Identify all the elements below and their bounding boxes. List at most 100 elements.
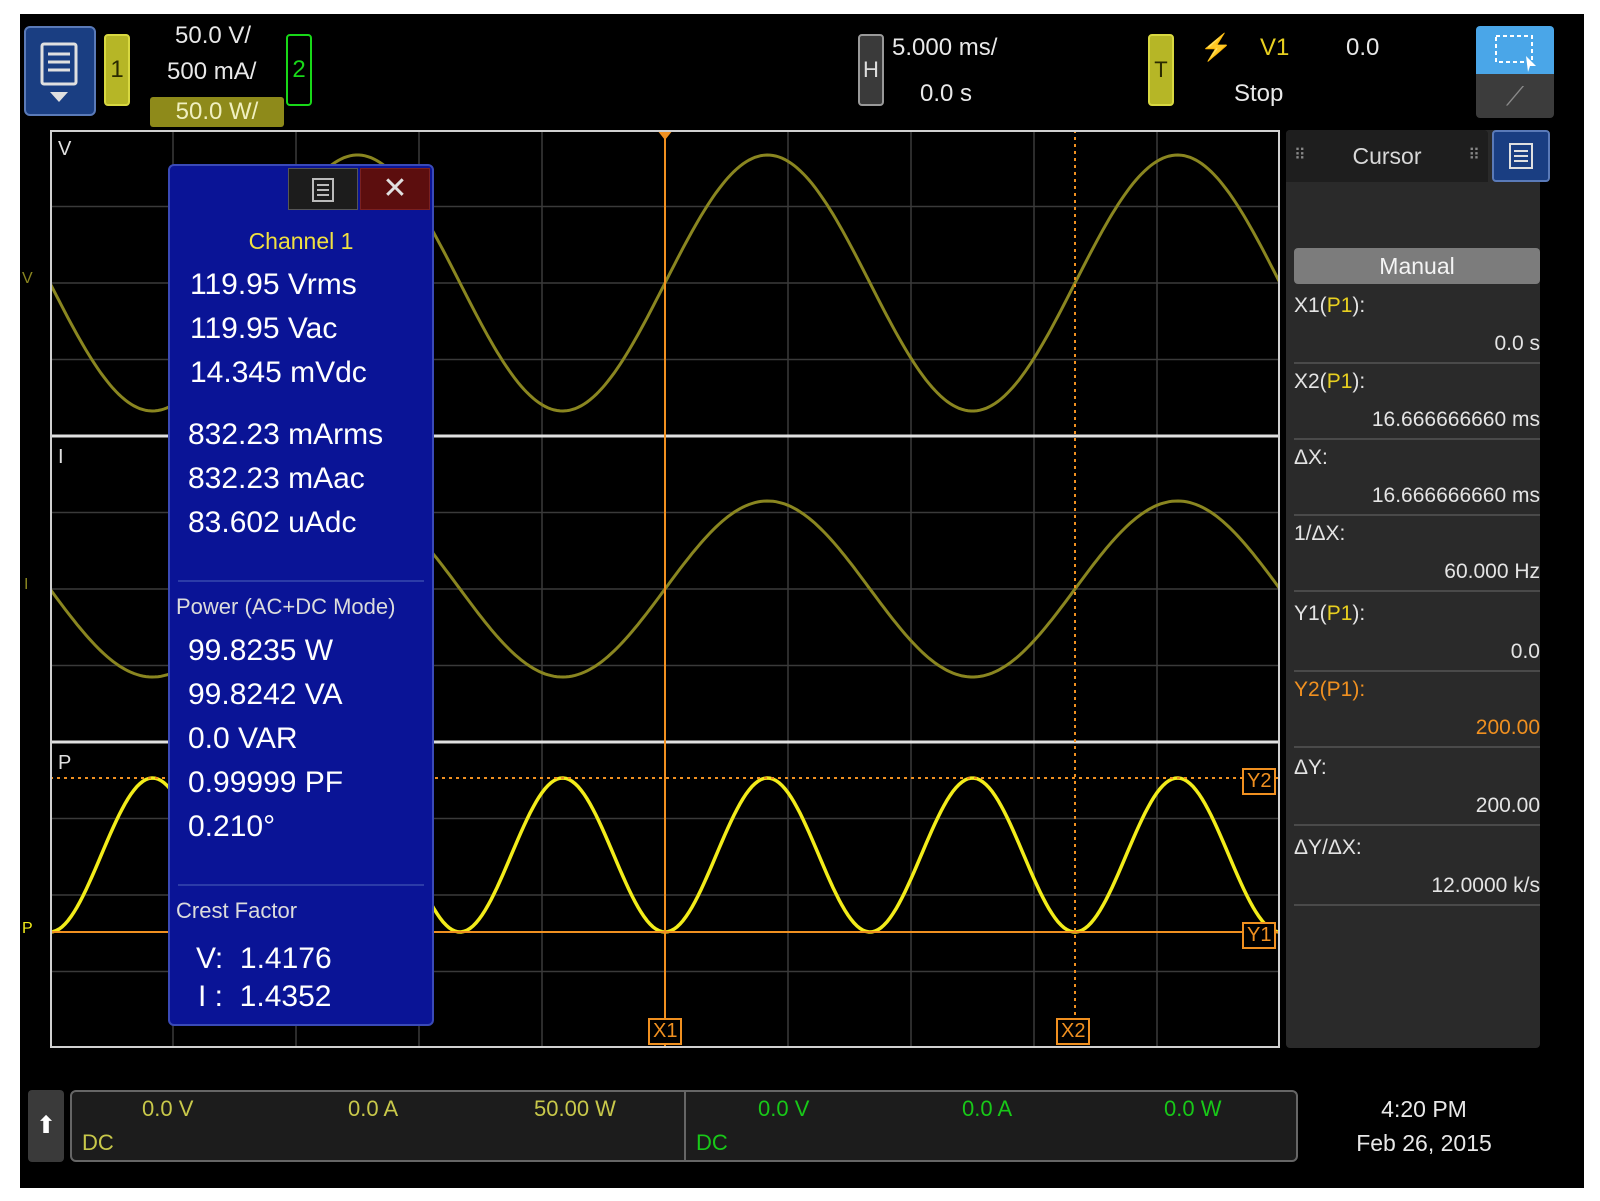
power-measurement-popup: ✕ Channel 1 119.95 Vrms 119.95 Vac 14.34… bbox=[168, 164, 434, 1026]
adc-value: 83.602 uAdc bbox=[188, 506, 357, 539]
real-power-value: 99.8235 W bbox=[188, 634, 334, 667]
delta-y-value: 200.00 bbox=[1475, 794, 1540, 817]
drag-handle-icon[interactable]: ⠿ bbox=[1294, 130, 1306, 182]
popup-divider bbox=[178, 580, 424, 582]
channel-info-divider bbox=[684, 1090, 686, 1162]
current-ground-marker[interactable]: I bbox=[24, 576, 28, 594]
voltage-trace-label: V bbox=[58, 138, 72, 160]
math-offset-value[interactable]: 50.00 W bbox=[534, 1096, 616, 1122]
x2-label: X2(P1): bbox=[1294, 370, 1366, 393]
crest-factor-v: V: 1.4176 bbox=[196, 942, 332, 975]
channel-2-label: 2 bbox=[292, 56, 306, 83]
vrms-value: 119.95 Vrms bbox=[190, 268, 357, 301]
math2-offset-value[interactable]: 0.0 W bbox=[1164, 1096, 1221, 1122]
y2-label: Y2(P1): bbox=[1294, 678, 1366, 701]
math-scale[interactable]: 50.0 W/ bbox=[150, 97, 284, 127]
channel-2-scale[interactable]: 500 mA/ bbox=[167, 58, 256, 86]
power-factor-value: 0.99999 PF bbox=[188, 766, 344, 799]
right-coupling: DC bbox=[696, 1130, 728, 1155]
ch4-offset-value[interactable]: 0.0 A bbox=[962, 1096, 1012, 1122]
channel-2-button[interactable]: 2 bbox=[286, 34, 312, 106]
arrow-up-icon: ⬆ bbox=[35, 1112, 57, 1139]
cursor-y1-marker[interactable]: Y1 bbox=[1242, 922, 1277, 949]
cursor-divider bbox=[1294, 670, 1540, 672]
power-ground-marker[interactable]: P bbox=[22, 920, 33, 938]
trigger-level[interactable]: 0.0 bbox=[1346, 34, 1379, 62]
cursor-divider bbox=[1294, 746, 1540, 748]
current-trace-label: I bbox=[58, 446, 64, 468]
popup-divider bbox=[178, 884, 424, 886]
crest-factor-heading: Crest Factor bbox=[176, 898, 298, 923]
phase-angle-value: 0.210° bbox=[188, 810, 276, 843]
trigger-source[interactable]: V1 bbox=[1260, 34, 1289, 62]
aac-value: 832.23 mAac bbox=[188, 462, 365, 495]
selection-tool-button[interactable] bbox=[1476, 26, 1554, 74]
vac-value: 119.95 Vac bbox=[190, 312, 338, 345]
close-icon: ✕ bbox=[382, 172, 408, 205]
x1-label: X1(P1): bbox=[1294, 294, 1366, 317]
channel-1-button[interactable]: 1 bbox=[104, 34, 130, 106]
cursor-y2-marker[interactable]: Y2 bbox=[1242, 768, 1277, 795]
delta-y-label: ΔY: bbox=[1294, 756, 1327, 779]
crest-factor-i: I : 1.4352 bbox=[198, 980, 332, 1013]
menu-list-icon bbox=[40, 42, 78, 102]
cursor-divider bbox=[1294, 590, 1540, 592]
oscilloscope-screen: 1 50.0 V/ 500 mA/ 50.0 W/ 2 H 5.000 ms/ … bbox=[20, 14, 1584, 1188]
ch3-offset-value[interactable]: 0.0 V bbox=[758, 1096, 809, 1122]
y1-value[interactable]: 0.0 bbox=[1511, 640, 1540, 664]
arms-value: 832.23 mArms bbox=[188, 418, 384, 451]
clock-date: Feb 26, 2015 bbox=[1356, 1130, 1492, 1156]
y1-label: Y1(P1): bbox=[1294, 602, 1366, 625]
left-coupling: DC bbox=[82, 1130, 114, 1155]
cursor-panel-menu-button[interactable] bbox=[1492, 130, 1550, 182]
horizontal-button[interactable]: H bbox=[858, 34, 884, 106]
popup-menu-button[interactable] bbox=[288, 168, 358, 210]
cursor-x1-marker[interactable]: X1 bbox=[648, 1018, 683, 1045]
power-trace-label: P bbox=[58, 752, 72, 774]
popup-title: Channel 1 bbox=[248, 228, 354, 254]
trigger-button[interactable]: T bbox=[1148, 34, 1174, 106]
cursor-x2-marker[interactable]: X2 bbox=[1056, 1018, 1091, 1045]
delta-x-label: ΔX: bbox=[1294, 446, 1328, 469]
inverse-delta-x-value: 60.000 Hz bbox=[1444, 560, 1540, 583]
vdc-value: 14.345 mVdc bbox=[190, 356, 367, 389]
delta-x-value: 16.666666660 ms bbox=[1371, 484, 1540, 507]
cursor-tab[interactable]: ⠿ Cursor ⠿ bbox=[1286, 130, 1488, 182]
cursor-mode-button[interactable]: Manual bbox=[1294, 248, 1540, 284]
delta-y-over-delta-x-value: 12.0000 k/s bbox=[1431, 874, 1540, 897]
channel-1-label: 1 bbox=[110, 56, 124, 83]
inverse-delta-x-label: 1/ΔX: bbox=[1294, 522, 1346, 545]
power-heading: Power (AC+DC Mode) bbox=[176, 594, 396, 619]
box-select-icon bbox=[1495, 35, 1536, 72]
expand-up-button[interactable]: ⬆ bbox=[28, 1090, 64, 1162]
trigger-label: T bbox=[1154, 57, 1168, 82]
ch2-offset-value[interactable]: 0.0 A bbox=[348, 1096, 398, 1122]
timebase-value[interactable]: 5.000 ms/ bbox=[892, 34, 997, 62]
gesture-icon: ⟋ bbox=[1505, 81, 1525, 111]
cursor-tab-label: Cursor bbox=[1352, 143, 1422, 169]
cursor-divider bbox=[1294, 904, 1540, 906]
clock-time: 4:20 PM bbox=[1381, 1096, 1467, 1122]
delay-value[interactable]: 0.0 s bbox=[920, 80, 972, 108]
cursor-divider bbox=[1294, 438, 1540, 440]
cursor-divider bbox=[1294, 514, 1540, 516]
ch1-offset-value[interactable]: 0.0 V bbox=[142, 1096, 193, 1122]
voltage-ground-marker[interactable]: V bbox=[22, 270, 33, 288]
apparent-power-value: 99.8242 VA bbox=[188, 678, 343, 711]
popup-close-button[interactable]: ✕ bbox=[360, 168, 430, 210]
x1-value[interactable]: 0.0 s bbox=[1494, 332, 1540, 356]
reactive-power-value: 0.0 VAR bbox=[188, 722, 298, 755]
gesture-tool-button[interactable]: ⟋ bbox=[1476, 74, 1554, 118]
cursor-divider bbox=[1294, 362, 1540, 364]
menu-list-icon bbox=[312, 178, 334, 202]
menu-list-icon bbox=[1509, 143, 1533, 169]
x2-value[interactable]: 16.666666660 ms bbox=[1372, 408, 1540, 432]
cursor-divider bbox=[1294, 824, 1540, 826]
channel-1-scale[interactable]: 50.0 V/ bbox=[175, 22, 251, 50]
main-menu-button[interactable] bbox=[24, 26, 96, 116]
delta-y-over-delta-x-label: ΔY/ΔX: bbox=[1294, 836, 1362, 859]
drag-handle-icon[interactable]: ⠿ bbox=[1468, 130, 1480, 182]
run-state: Stop bbox=[1234, 80, 1284, 107]
horizontal-label: H bbox=[863, 57, 879, 82]
y2-value[interactable]: 200.00 bbox=[1476, 716, 1540, 740]
